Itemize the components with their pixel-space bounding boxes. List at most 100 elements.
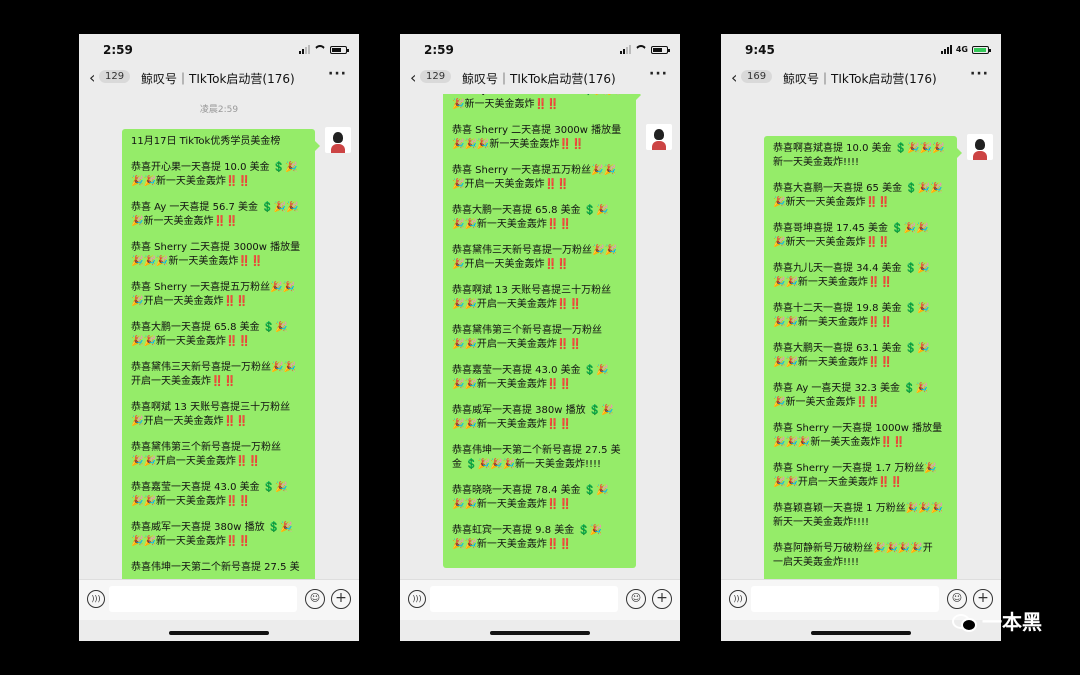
message-line: 恭喜 Ay 一天喜提 56.7 美金 💲🎉🎉 🎉新一天美金轰炸‼️‼️ bbox=[452, 94, 627, 112]
message-line: 恭喜大鹏天一喜提 63.1 美金 💲🎉 🎉🎉新一天美金轰炸‼️‼️ bbox=[773, 342, 948, 370]
avatar[interactable] bbox=[325, 127, 351, 153]
message-text: 恭喜 Sherry 二天喜提 3000w 播放量 bbox=[131, 242, 301, 253]
message-text: 恭喜 Sherry 一天喜提 1.7 万粉丝🎉 bbox=[773, 463, 937, 474]
wifi-icon bbox=[314, 45, 326, 54]
message-line: 恭喜 Sherry 一天喜提五万粉丝🎉🎉 🎉开启一天美金轰炸‼️‼️ bbox=[452, 164, 627, 192]
message-line: 恭喜虹宾一天喜提 9.8 美金 💲🎉 🎉🎉新一天美金轰炸‼️‼️ bbox=[452, 524, 627, 552]
message-line: 恭喜嘉莹一天喜提 43.0 美金 💲🎉 🎉🎉新一天美金轰炸‼️‼️ bbox=[452, 364, 627, 392]
message-text: 恭喜十二天一喜提 19.8 美金 💲🎉 bbox=[773, 303, 930, 314]
message-line: 恭喜大鹏一天喜提 65.8 美金 💲🎉 🎉🎉新一天美金轰炸‼️‼️ bbox=[131, 321, 306, 349]
more-options-icon[interactable]: ··· bbox=[970, 66, 989, 82]
signal-icon bbox=[299, 45, 310, 54]
message-text: 🎉🎉🎉新一天美金轰炸‼️‼️ bbox=[131, 256, 264, 267]
emoji-icon[interactable]: ☺ bbox=[626, 589, 646, 609]
message-text: 🎉🎉新一天美金轰炸‼️‼️ bbox=[131, 496, 251, 507]
voice-icon[interactable]: ))) bbox=[729, 590, 747, 608]
chat-header: ‹ 129 鲸叹号｜TIkTok启动营(176) ··· bbox=[400, 64, 680, 94]
unread-count-badge[interactable]: 169 bbox=[741, 70, 773, 83]
plus-icon[interactable]: + bbox=[331, 589, 351, 609]
message-line: 恭喜 Sherry 一天喜提 1.7 万粉丝🎉 🎉🎉开启一天金美轰炸‼️‼️ bbox=[773, 462, 948, 490]
wifi-icon bbox=[635, 45, 647, 54]
phone-screenshot: 9:45 4G ‹ 169 鲸叹号｜TIkTok启动营(176) ··· 恭喜啊… bbox=[721, 34, 1001, 641]
chat-title: 鲸叹号｜TIkTok启动营(176) bbox=[141, 72, 295, 86]
message-line: 恭喜嘉莹一天喜提 43.0 美金 💲🎉 🎉🎉新一天美金轰炸‼️‼️ bbox=[131, 481, 306, 509]
message-line: 恭喜开心果一天喜提 10.0 美金 💲🎉 🎉🎉新一天美金轰炸‼️‼️ bbox=[131, 161, 306, 189]
message-bubble[interactable]: 11月17日 TikTok优秀学员美金榜 恭喜开心果一天喜提 10.0 美金 💲🎉… bbox=[122, 129, 320, 580]
message-text: 恭喜嘉莹一天喜提 43.0 美金 💲🎉 bbox=[452, 365, 609, 376]
message-text: 🎉🎉开启一天美金轰炸‼️‼️ bbox=[452, 299, 582, 310]
unread-count-badge[interactable]: 129 bbox=[420, 70, 452, 83]
watermark-text: 一本黑 bbox=[982, 610, 1042, 634]
message-line: 恭喜威军一天喜提 380w 播放 💲🎉 🎉🎉新一天美金轰炸‼️‼️ bbox=[452, 404, 627, 432]
message-line: 恭喜啊斌 13 天账号喜提三十万粉丝 🎉🎉开启一天美金轰炸‼️‼️ bbox=[452, 284, 627, 312]
message-text: 🎉🎉🎉新一天美金轰炸‼️‼️ bbox=[452, 139, 585, 150]
chat-header: ‹ 129 鲸叹号｜TIkTok启动营(176) ··· bbox=[79, 64, 359, 94]
message-text: 🎉新一美天金轰炸‼️‼️ bbox=[773, 397, 881, 408]
message-text: 恭喜大鹏一天喜提 65.8 美金 💲🎉 bbox=[131, 322, 288, 333]
message-text: 恭喜威军一天喜提 380w 播放 💲🎉 bbox=[131, 522, 293, 533]
chat-title: 鲸叹号｜TIkTok启动营(176) bbox=[783, 72, 937, 86]
message-line: 恭喜大喜鹏一天喜提 65 美金 💲🎉🎉 🎉新天一天美金轰炸‼️‼️ bbox=[773, 182, 948, 210]
watermark: 一本黑 bbox=[952, 606, 1042, 635]
signal-icon bbox=[620, 45, 631, 54]
status-time: 2:59 bbox=[424, 43, 454, 57]
avatar[interactable] bbox=[646, 124, 672, 150]
message-text: 🎉🎉新一天美金轰炸‼️‼️ bbox=[452, 499, 572, 510]
network-type: 4G bbox=[955, 45, 968, 54]
message-text: 恭喜啊斌 13 天账号喜提三十万粉丝 bbox=[452, 285, 612, 296]
message-line: 恭喜黛伟第三个新号喜提一万粉丝 🎉🎉开启一天美金轰炸‼️‼️ bbox=[452, 324, 627, 352]
back-chevron-icon[interactable]: ‹ bbox=[89, 68, 95, 87]
message-text: 恭喜 Sherry 一天喜提 1000w 播放量 bbox=[773, 423, 943, 434]
message-line: 恭喜晓晓一天喜提 78.4 美金 💲🎉 🎉🎉新一天美金轰炸‼️‼️ bbox=[452, 484, 627, 512]
message-text: 🎉🎉新一天美金轰炸‼️‼️ bbox=[773, 277, 893, 288]
chat-area[interactable]: 凌晨2:59 11月17日 TikTok优秀学员美金榜 恭喜开心果一天喜提 10.… bbox=[79, 94, 359, 580]
message-line: 恭喜伟坤一天第二个新号喜提 27.5 美金 💲🎉🎉🎉新一天美金轰炸!!!! bbox=[452, 444, 627, 472]
message-text: 🎉新一天美金轰炸‼️‼️ bbox=[452, 99, 560, 110]
message-text: 恭喜黛伟第三个新号喜提一万粉丝 bbox=[131, 442, 281, 453]
message-text: 金 💲🎉🎉🎉新一天美金轰炸!!!! bbox=[452, 459, 602, 470]
message-input[interactable] bbox=[109, 586, 297, 612]
message-text: 恭喜 Sherry 一天喜提五万粉丝🎉🎉 bbox=[452, 165, 617, 176]
back-chevron-icon[interactable]: ‹ bbox=[410, 68, 416, 87]
battery-icon bbox=[972, 45, 991, 54]
unread-count-badge[interactable]: 129 bbox=[99, 70, 131, 83]
message-text: 恭喜 Ay 一天喜提 56.7 美金 💲🎉🎉 bbox=[131, 202, 299, 213]
message-text: 恭喜颖喜颖一天喜提 1 万粉丝🎉🎉🎉 bbox=[773, 503, 944, 514]
more-options-icon[interactable]: ··· bbox=[328, 66, 347, 82]
plus-icon[interactable]: + bbox=[652, 589, 672, 609]
chat-area[interactable]: 恭喜啊喜斌喜提 10.0 美金 💲🎉🎉🎉 新一天美金轰炸!!!! 恭喜大喜鹏一天喜提… bbox=[721, 94, 1001, 580]
emoji-icon[interactable]: ☺ bbox=[305, 589, 325, 609]
message-line: 恭喜大鹏一天喜提 65.8 美金 💲🎉 🎉🎉新一天美金轰炸‼️‼️ bbox=[452, 204, 627, 232]
message-line: 恭喜 Sherry 一天喜提 1000w 播放量 🎉🎉🎉新一美天金轰炸‼️‼️ bbox=[773, 422, 948, 450]
message-text: 恭喜 Ay 一喜天提 32.3 美金 💲🎉 bbox=[773, 383, 929, 394]
status-bar: 9:45 4G bbox=[721, 34, 1001, 64]
message-text: 恭喜 Ay 一天喜提 56.7 美金 💲🎉🎉 bbox=[452, 94, 620, 96]
message-line: 恭喜哥坤喜提 17.45 美金 💲🎉🎉 🎉新天一天美金轰炸‼️‼️ bbox=[773, 222, 948, 250]
more-options-icon[interactable]: ··· bbox=[649, 66, 668, 82]
message-line: 恭喜啊喜斌喜提 10.0 美金 💲🎉🎉🎉 新一天美金轰炸!!!! bbox=[773, 142, 948, 170]
message-text: 恭喜啊斌 13 天账号喜提三十万粉丝 bbox=[131, 402, 291, 413]
voice-icon[interactable]: ))) bbox=[87, 590, 105, 608]
message-input[interactable] bbox=[430, 586, 618, 612]
home-indicator bbox=[811, 631, 911, 635]
message-text: 🎉新天一天美金轰炸‼️‼️ bbox=[773, 237, 891, 248]
message-line: 恭喜 Sherry 二天喜提 3000w 播放量 🎉🎉🎉新一天美金轰炸‼️‼️ bbox=[452, 124, 627, 152]
avatar[interactable] bbox=[967, 134, 993, 160]
message-text: 恭喜黛伟三天新号喜提一万粉丝🎉🎉 bbox=[452, 245, 617, 256]
message-bubble[interactable]: 恭喜 Ay 一天喜提 56.7 美金 💲🎉🎉 🎉新一天美金轰炸‼️‼️ 恭喜 She… bbox=[443, 94, 641, 568]
home-indicator bbox=[490, 631, 590, 635]
message-line: 恭喜阿静新号万破粉丝🎉🎉🎉🎉开 一启天美轰金炸!!!! bbox=[773, 542, 948, 570]
message-line: 恭喜黛伟三天新号喜提一万粉丝🎉🎉 开启一天美金轰炸‼️‼️ bbox=[131, 361, 306, 389]
message-line: 恭喜威军一天喜提 380w 播放 💲🎉 🎉🎉新一天美金轰炸‼️‼️ bbox=[131, 521, 306, 549]
message-input[interactable] bbox=[751, 586, 939, 612]
voice-icon[interactable]: ))) bbox=[408, 590, 426, 608]
chat-area[interactable]: 恭喜 Ay 一天喜提 56.7 美金 💲🎉🎉 🎉新一天美金轰炸‼️‼️ 恭喜 She… bbox=[400, 94, 680, 580]
message-text: 🎉🎉🎉新一美天金轰炸‼️‼️ bbox=[773, 437, 906, 448]
message-bubble[interactable]: 恭喜啊喜斌喜提 10.0 美金 💲🎉🎉🎉 新一天美金轰炸!!!! 恭喜大喜鹏一天喜提… bbox=[764, 136, 962, 580]
message-text: 🎉🎉新一天美金轰炸‼️‼️ bbox=[131, 536, 251, 547]
message-text: 恭喜大鹏天一喜提 63.1 美金 💲🎉 bbox=[773, 343, 930, 354]
message-text: 🎉🎉新一天美金轰炸‼️‼️ bbox=[452, 219, 572, 230]
back-chevron-icon[interactable]: ‹ bbox=[731, 68, 737, 87]
message-text: 一启天美轰金炸!!!! bbox=[773, 557, 860, 568]
message-text: 新一天美金轰炸!!!! bbox=[773, 157, 860, 168]
